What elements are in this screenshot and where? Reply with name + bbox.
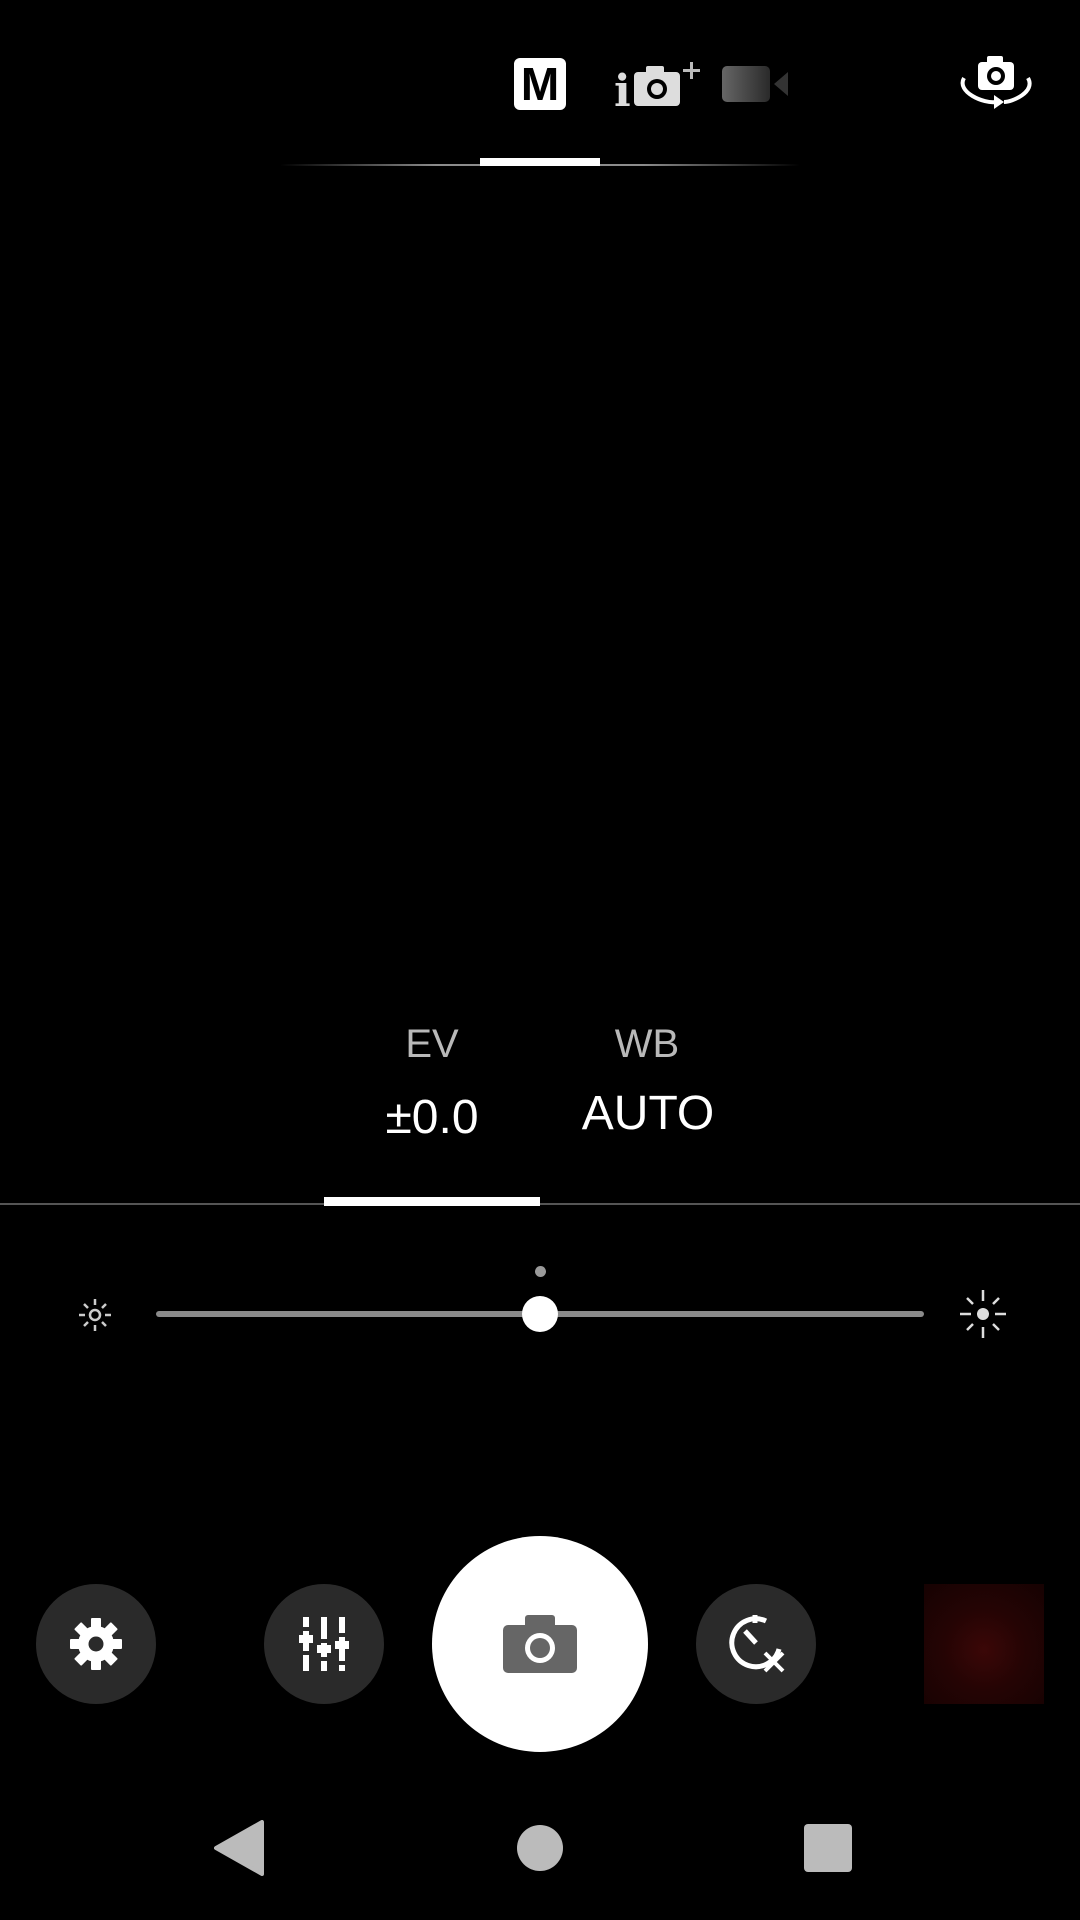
param-selected-indicator — [324, 1197, 540, 1206]
manual-adjust-button[interactable] — [264, 1584, 384, 1704]
camera-icon — [503, 1615, 577, 1673]
nav-back-button[interactable] — [214, 1820, 264, 1876]
shutter-button[interactable] — [432, 1536, 648, 1752]
settings-button[interactable] — [36, 1584, 156, 1704]
ev-value: ±0.0 — [385, 1091, 479, 1144]
last-photo-thumbnail[interactable] — [924, 1584, 1044, 1704]
nav-home-button[interactable] — [516, 1824, 564, 1872]
video-camera-icon[interactable] — [722, 66, 790, 102]
back-triangle-icon — [214, 1820, 264, 1876]
recents-square-icon — [803, 1823, 853, 1873]
svg-text:i: i — [614, 66, 631, 110]
intelligent-auto-plus-icon[interactable]: i — [614, 58, 710, 110]
ev-slider-thumb[interactable] — [522, 1296, 558, 1332]
wb-value: AUTO — [581, 1087, 715, 1140]
brightness-low-icon — [74, 1294, 116, 1336]
nav-recents-button[interactable] — [803, 1823, 853, 1873]
mode-selected-indicator — [480, 158, 600, 166]
timer-off-icon — [721, 1609, 791, 1679]
slider-center-dot — [535, 1266, 546, 1277]
brightness-high-icon — [958, 1288, 1008, 1340]
sliders-icon — [299, 1615, 349, 1673]
ev-label: EV — [405, 1022, 459, 1066]
gear-icon — [66, 1614, 126, 1674]
camera-flip-icon[interactable] — [954, 52, 1038, 112]
self-timer-button[interactable] — [696, 1584, 816, 1704]
wb-label: WB — [614, 1022, 680, 1066]
mode-manual-label: M — [520, 58, 560, 110]
param-divider — [0, 1203, 1080, 1205]
home-circle-icon — [516, 1824, 564, 1872]
mode-manual-button[interactable]: M — [514, 58, 566, 110]
